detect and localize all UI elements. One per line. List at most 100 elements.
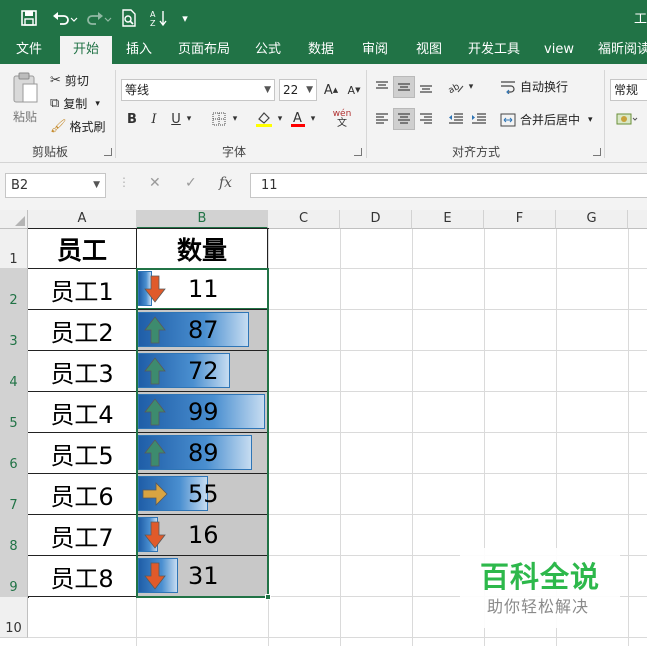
tab-view-addin[interactable]: view [540, 36, 578, 64]
cell-quantity[interactable]: 31 [137, 556, 268, 597]
tab-review[interactable]: 审阅 [357, 36, 393, 64]
font-launcher-icon[interactable] [354, 148, 362, 156]
row-header-8[interactable]: 8 [0, 515, 28, 556]
cell-employee[interactable]: 员工2 [28, 310, 137, 351]
copy-icon: ⧉ [50, 96, 60, 111]
cell-quantity[interactable]: 11 [137, 269, 268, 310]
font-size-select[interactable]: 22 ▼ [279, 79, 317, 101]
cell-quantity[interactable]: 89 [137, 433, 268, 474]
cell-b1[interactable]: 数量 [137, 229, 268, 269]
sort-ascending-icon[interactable]: AZ [148, 7, 170, 29]
row-header-10[interactable]: 10 [0, 597, 28, 638]
copy-button[interactable]: ⧉ 复制 ▾ [50, 95, 100, 112]
copy-dropdown-icon[interactable]: ▾ [95, 99, 100, 109]
tab-developer[interactable]: 开发工具 [462, 36, 526, 64]
fill-color-icon[interactable] [253, 108, 275, 130]
column-header-b[interactable]: B [137, 210, 268, 229]
number-format-select[interactable]: 常规 [610, 79, 647, 101]
align-center-icon[interactable] [393, 108, 415, 130]
tab-foxit-reader[interactable]: 福昕阅读 [594, 36, 647, 64]
column-header-c[interactable]: C [268, 210, 340, 229]
increase-font-size-icon[interactable]: A ▲ [320, 79, 342, 101]
formula-input[interactable]: 11 [250, 173, 647, 198]
cell-quantity[interactable]: 55 [137, 474, 268, 515]
row-header-5[interactable]: 5 [0, 392, 28, 433]
tab-insert[interactable]: 插入 [118, 36, 160, 64]
cell-quantity[interactable]: 87 [137, 310, 268, 351]
borders-dropdown-icon[interactable]: ▾ [229, 108, 241, 130]
merge-center-button[interactable]: 合并后居中 ▾ [500, 111, 593, 128]
fill-handle[interactable] [265, 594, 271, 600]
italic-button[interactable]: I [143, 108, 165, 130]
cell-employee[interactable]: 员工8 [28, 556, 137, 597]
column-header-f[interactable]: F [484, 210, 556, 229]
align-right-icon[interactable] [415, 108, 437, 130]
cell-employee[interactable]: 员工1 [28, 269, 137, 310]
name-box[interactable]: B2 ▼ [5, 173, 106, 198]
decrease-font-size-icon[interactable]: A ▼ [343, 79, 365, 101]
increase-indent-icon[interactable] [468, 108, 490, 130]
underline-dropdown-icon[interactable]: ▾ [183, 108, 195, 130]
tab-formulas[interactable]: 公式 [250, 36, 286, 64]
tab-data[interactable]: 数据 [303, 36, 339, 64]
text-orientation-icon[interactable]: ab [445, 76, 467, 98]
merge-dropdown-icon[interactable]: ▾ [588, 115, 593, 125]
align-middle-icon[interactable] [393, 76, 415, 98]
cell-employee[interactable]: 员工4 [28, 392, 137, 433]
font-color-icon[interactable]: A [287, 108, 309, 130]
wrap-text-button[interactable]: 自动换行 [500, 78, 568, 95]
enter-icon[interactable]: ✓ [185, 175, 197, 191]
tab-page-layout[interactable]: 页面布局 [172, 36, 236, 64]
customize-toolbar-icon[interactable]: ▾ [178, 7, 192, 29]
cell-quantity[interactable]: 72 [137, 351, 268, 392]
row-header-2[interactable]: 2 [0, 269, 28, 310]
align-bottom-icon[interactable] [415, 76, 437, 98]
decrease-indent-icon[interactable] [445, 108, 467, 130]
drag-handle-icon[interactable]: ⋮ [118, 175, 130, 189]
bold-button[interactable]: B [121, 108, 143, 130]
undo-icon[interactable] [50, 7, 80, 29]
redo-icon[interactable] [84, 7, 114, 29]
insert-function-icon[interactable]: fx [219, 175, 232, 191]
row-header-1[interactable]: 1 [0, 229, 28, 269]
alignment-launcher-icon[interactable] [593, 148, 601, 156]
clipboard-launcher-icon[interactable] [104, 148, 112, 156]
font-name-select[interactable]: 等线 ▼ [121, 79, 275, 101]
align-top-icon[interactable] [371, 76, 393, 98]
borders-icon[interactable] [208, 108, 230, 130]
fill-color-dropdown-icon[interactable]: ▾ [274, 108, 286, 130]
gridline [628, 229, 629, 646]
align-left-icon[interactable] [371, 108, 393, 130]
cell-employee[interactable]: 员工5 [28, 433, 137, 474]
cell-employee[interactable]: 员工7 [28, 515, 137, 556]
cell-employee[interactable]: 员工3 [28, 351, 137, 392]
save-icon[interactable] [18, 7, 40, 29]
column-header-h[interactable] [628, 210, 647, 229]
print-preview-icon[interactable] [118, 7, 140, 29]
accounting-format-icon[interactable] [612, 108, 642, 130]
cell-employee[interactable]: 员工6 [28, 474, 137, 515]
font-color-dropdown-icon[interactable]: ▾ [307, 108, 319, 130]
select-all-button[interactable] [0, 210, 28, 229]
cell-quantity[interactable]: 99 [137, 392, 268, 433]
column-header-g[interactable]: G [556, 210, 628, 229]
column-header-d[interactable]: D [340, 210, 412, 229]
orientation-dropdown-icon[interactable]: ▾ [465, 76, 477, 98]
row-header-9[interactable]: 9 [0, 556, 28, 597]
tab-home[interactable]: 开始 [60, 36, 112, 65]
row-header-3[interactable]: 3 [0, 310, 28, 351]
cell-quantity[interactable]: 16 [137, 515, 268, 556]
format-painter-button[interactable]: 🖌 格式刷 [50, 118, 106, 135]
row-header-4[interactable]: 4 [0, 351, 28, 392]
cell-a1[interactable]: 员工 [28, 229, 137, 269]
cancel-icon[interactable]: ✕ [149, 175, 161, 191]
cut-button[interactable]: ✂ 剪切 [50, 72, 89, 89]
phonetic-guide-button[interactable]: wén 文 [330, 108, 354, 130]
column-header-a[interactable]: A [28, 210, 137, 229]
paste-button[interactable]: 粘贴 [8, 72, 42, 134]
tab-view[interactable]: 视图 [411, 36, 447, 64]
column-header-e[interactable]: E [412, 210, 484, 229]
tab-file[interactable]: 文件 [6, 36, 52, 64]
row-header-7[interactable]: 7 [0, 474, 28, 515]
row-header-6[interactable]: 6 [0, 433, 28, 474]
